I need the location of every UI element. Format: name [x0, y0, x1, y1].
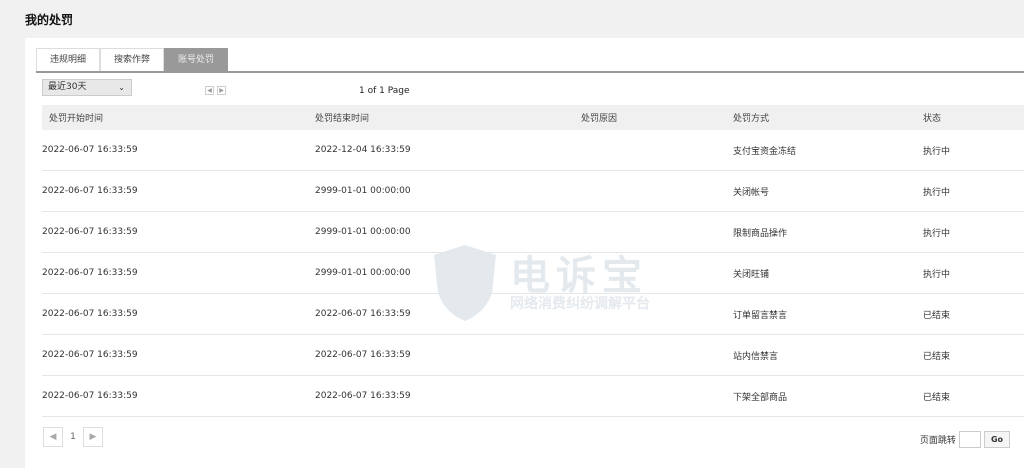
- header-end-time: 处罚结束时间: [315, 105, 581, 130]
- cell-end-time: 2022-06-07 16:33:59: [315, 334, 581, 376]
- cell-method: 订单留言禁言: [733, 293, 923, 335]
- table-row: 2022-06-07 16:33:59 2022-06-07 16:33:59 站内…: [42, 334, 1024, 376]
- table-row: 2022-06-07 16:33:59 2022-06-07 16:33:59 订单…: [42, 293, 1024, 335]
- page-jump: 页面跳转 Go: [920, 431, 1010, 448]
- page-jump-input[interactable]: [958, 431, 981, 448]
- table-row: 2022-06-07 16:33:59 2999-01-01 00:00:00 关闭…: [42, 252, 1024, 294]
- date-range-select[interactable]: 最近30天 ⌄: [42, 79, 132, 96]
- cell-end-time: 2022-06-07 16:33:59: [315, 375, 581, 417]
- cell-method: 下架全部商品: [733, 375, 923, 417]
- cell-start-time: 2022-06-07 16:33:59: [42, 334, 315, 376]
- tab-search-cheating[interactable]: 搜索作弊: [100, 48, 164, 71]
- page-jump-label: 页面跳转: [919, 436, 956, 446]
- table-row: 2022-06-07 16:33:59 2022-12-04 16:33:59 支付…: [42, 130, 1024, 171]
- cell-start-time: 2022-06-07 16:33:59: [42, 211, 315, 253]
- main-panel: 违规明细 搜索作弊 账号处罚 最近30天 ⌄ ◀ ▶ 1 of 1 Page 电诉…: [25, 38, 1024, 468]
- cell-reason: [581, 252, 733, 294]
- cell-start-time: 2022-06-07 16:33:59: [42, 130, 315, 171]
- cell-end-time: 2999-01-01 00:00:00: [315, 252, 581, 294]
- cell-method: 站内信禁言: [733, 334, 923, 376]
- tab-account-penalty[interactable]: 账号处罚: [164, 48, 228, 71]
- cell-status: 已结束: [923, 375, 1024, 417]
- table-row: 2022-06-07 16:33:59 2999-01-01 00:00:00 限制…: [42, 211, 1024, 253]
- next-page-mini-icon[interactable]: ▶: [217, 86, 226, 95]
- penalty-table: 处罚开始时间 处罚结束时间 处罚原因 处罚方式 状态 2022-06-07 16…: [42, 105, 1024, 417]
- tab-bar: 违规明细 搜索作弊 账号处罚: [36, 48, 1024, 73]
- cell-end-time: 2999-01-01 00:00:00: [315, 170, 581, 212]
- header-start-time: 处罚开始时间: [42, 105, 315, 130]
- table-row: 2022-06-07 16:33:59 2022-06-07 16:33:59 下架…: [42, 375, 1024, 417]
- header-method: 处罚方式: [733, 105, 923, 130]
- cell-reason: [581, 170, 733, 212]
- cell-reason: [581, 334, 733, 376]
- cell-reason: [581, 293, 733, 335]
- next-page-button[interactable]: ▶: [83, 427, 103, 447]
- cell-status: 执行中: [923, 170, 1024, 212]
- cell-status: 执行中: [923, 252, 1024, 294]
- cell-start-time: 2022-06-07 16:33:59: [42, 375, 315, 417]
- cell-method: 关闭帐号: [733, 170, 923, 212]
- table-header-row: 处罚开始时间 处罚结束时间 处罚原因 处罚方式 状态: [42, 105, 1024, 130]
- cell-status: 执行中: [923, 130, 1024, 171]
- cell-end-time: 2999-01-01 00:00:00: [315, 211, 581, 253]
- cell-reason: [581, 211, 733, 253]
- cell-reason: [581, 375, 733, 417]
- cell-method: 支付宝资金冻结: [733, 130, 923, 171]
- header-status: 状态: [923, 105, 1024, 130]
- header-reason: 处罚原因: [581, 105, 733, 130]
- cell-start-time: 2022-06-07 16:33:59: [42, 293, 315, 335]
- page-info: 1 of 1 Page: [359, 86, 410, 96]
- tab-violation-details[interactable]: 违规明细: [36, 48, 100, 71]
- table-row: 2022-06-07 16:33:59 2999-01-01 00:00:00 关闭…: [42, 170, 1024, 212]
- cell-start-time: 2022-06-07 16:33:59: [42, 170, 315, 212]
- cell-status: 执行中: [923, 211, 1024, 253]
- go-button[interactable]: Go: [983, 431, 1010, 448]
- cell-reason: [581, 130, 733, 171]
- current-page[interactable]: 1: [66, 432, 80, 442]
- cell-method: 限制商品操作: [733, 211, 923, 253]
- prev-page-button[interactable]: ◀: [43, 427, 63, 447]
- prev-page-mini-icon[interactable]: ◀: [205, 86, 214, 95]
- cell-status: 已结束: [923, 334, 1024, 376]
- cell-end-time: 2022-06-07 16:33:59: [315, 293, 581, 335]
- cell-status: 已结束: [923, 293, 1024, 335]
- cell-end-time: 2022-12-04 16:33:59: [315, 130, 581, 171]
- date-range-value: 最近30天: [48, 82, 87, 92]
- cell-start-time: 2022-06-07 16:33:59: [42, 252, 315, 294]
- chevron-down-icon: ⌄: [118, 83, 125, 92]
- pagination: ◀ 1 ▶: [43, 427, 103, 447]
- cell-method: 关闭旺铺: [733, 252, 923, 294]
- page-title: 我的处罚: [25, 13, 74, 27]
